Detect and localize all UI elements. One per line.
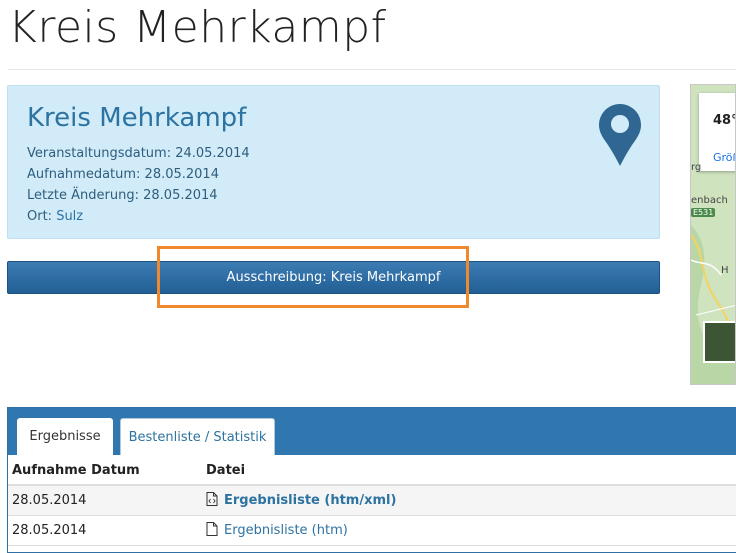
table-row: 28.05.2014 Ergebnisliste (htm) — [8, 516, 736, 546]
map-panel[interactable]: 48° Größ rg enbach E531 H — [690, 84, 736, 385]
tab-bestenliste[interactable]: Bestenliste / Statistik — [120, 418, 275, 455]
results-panel: Ergebnisse Bestenliste / Statistik Aufna… — [7, 407, 736, 553]
map-marker-icon — [599, 104, 641, 166]
map-place-label: rg — [691, 162, 702, 173]
event-location: Ort: Sulz — [27, 209, 83, 224]
map-place-label: H — [721, 265, 729, 276]
row-date: 28.05.2014 — [12, 523, 87, 538]
page-title: Kreis Mehrkampf — [8, 2, 387, 53]
tab-bar: Ergebnisse Bestenliste / Statistik — [8, 408, 736, 455]
event-date: Veranstaltungsdatum: 24.05.2014 — [27, 146, 250, 161]
title-divider — [8, 69, 736, 70]
column-header-date: Aufnahme Datum — [12, 463, 140, 478]
location-label: Ort: — [27, 209, 57, 224]
event-info-box: Kreis Mehrkampf Veranstaltungsdatum: 24.… — [7, 85, 660, 239]
row-file-name: Ergebnisliste (htm) — [224, 523, 348, 538]
file-icon — [206, 522, 218, 536]
map-larger-link[interactable]: Größ — [713, 151, 735, 164]
road-badge: E531 — [691, 208, 716, 217]
row-date: 28.05.2014 — [12, 493, 87, 508]
row-file-name: Ergebnisliste (htm/xml) — [224, 493, 397, 508]
last-change-date: Letzte Änderung: 28.05.2014 — [27, 188, 218, 203]
map-coordinates: 48° — [713, 113, 736, 128]
table-header: Aufnahme Datum Datei — [8, 455, 736, 486]
row-file-link[interactable]: Ergebnisliste (htm) — [206, 522, 348, 538]
row-file-link[interactable]: Ergebnisliste (htm/xml) — [206, 492, 396, 508]
map-place-label: enbach — [691, 195, 728, 206]
tab-ergebnisse[interactable]: Ergebnisse — [17, 418, 113, 455]
table-row: 28.05.2014 Ergebnisliste (htm/xml) — [8, 486, 736, 516]
event-title: Kreis Mehrkampf — [27, 103, 247, 133]
map-info-card: 48° Größ — [699, 93, 736, 171]
code-file-icon — [206, 492, 218, 506]
tender-button[interactable]: Ausschreibung: Kreis Mehrkampf — [7, 261, 660, 294]
record-date: Aufnahmedatum: 28.05.2014 — [27, 167, 219, 182]
location-link[interactable]: Sulz — [56, 209, 83, 224]
column-header-file: Datei — [206, 463, 246, 478]
satellite-toggle[interactable] — [703, 321, 735, 363]
